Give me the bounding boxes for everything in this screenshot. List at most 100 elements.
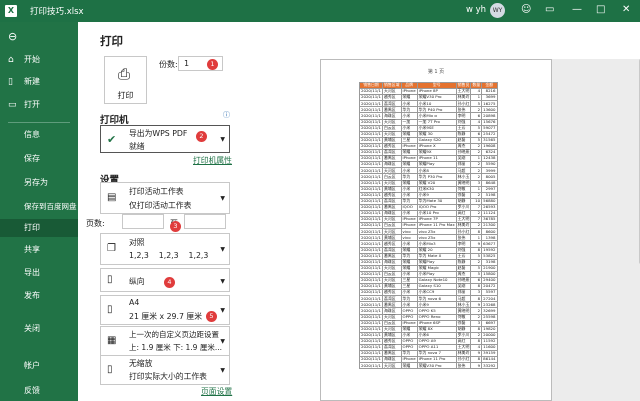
pages-to-input[interactable] xyxy=(184,214,226,229)
table-cell: iPhone xyxy=(400,222,418,230)
table-row: 2020/11/1 天河区 荣耀 荣耀V30 Pro 张伟 9 33292 xyxy=(359,362,498,370)
table-cell: 2020/11/1 xyxy=(359,362,383,370)
sidebar-item-new[interactable]: ▯ 新建 xyxy=(0,73,78,91)
sidebar-item-print[interactable]: 打印 xyxy=(0,219,78,237)
avatar[interactable]: WY xyxy=(490,3,505,18)
chevron-down-icon: ▼ xyxy=(220,307,225,315)
preview-page: 第 1 页 销售日期 销售区域 品牌 型号 销售员 数量 金额 2020/11/1 天河区 iP… xyxy=(320,59,552,401)
paper-icon: ▯ xyxy=(107,304,113,315)
preview-table: 销售日期 销售区域 品牌 型号 销售员 数量 金额 2020/11/1 天河区 iPhone iP… xyxy=(359,81,498,370)
back-arrow-icon[interactable]: ⊖ xyxy=(8,30,17,43)
margins-select[interactable]: ▦ 上一次的自定义页边距设置 上: 1.9 厘米 下: 1.9 厘米... ▼ xyxy=(100,326,230,356)
chevron-down-icon: ▼ xyxy=(220,246,225,253)
sidebar-item-info[interactable]: 信息 xyxy=(0,126,78,144)
table-cell: 孙小红 xyxy=(455,228,472,236)
step-badge-2: 2 xyxy=(196,131,207,142)
table-header-cell: 数量 xyxy=(470,81,483,90)
print-pane: 打印 ⎙ 打印 份数: 1 1 打印机 ⓘ ✔ 导出为WPS PDF 就绪 ▼ … xyxy=(78,22,640,401)
restore-ribbon-icon[interactable]: ▭ xyxy=(545,4,554,15)
step-badge-1: 1 xyxy=(207,59,218,70)
collate-select[interactable]: ❐ 对照 1,2,3 1,2,3 1,2,3 ▼ xyxy=(100,233,230,265)
sidebar-item-feedback[interactable]: 反馈 xyxy=(0,382,78,400)
table-cell: 21300 xyxy=(481,222,498,230)
sidebar-item-save-baidu[interactable]: 保存到百度网盘 xyxy=(0,198,78,216)
chevron-down-icon: ▼ xyxy=(220,136,225,144)
table-cell: 9 xyxy=(470,362,483,370)
minimize-icon[interactable]: — xyxy=(572,4,582,15)
printer-select[interactable]: ✔ 导出为WPS PDF 就绪 ▼ xyxy=(100,125,230,153)
title-bar: X 打印技巧.xlsx w yh WY ☺ ▭ — □ ✕ xyxy=(0,0,640,22)
table-cell: 2020/11/1 xyxy=(359,100,383,108)
table-cell: 2020/11/1 xyxy=(359,228,383,236)
table-cell: 2020/11/1 xyxy=(359,356,383,364)
scaling-icon: ▯ xyxy=(107,364,113,375)
print-button[interactable]: ⎙ 打印 xyxy=(104,56,147,104)
step-badge-5: 5 xyxy=(206,311,217,322)
chevron-down-icon: ▼ xyxy=(220,338,225,346)
printer-properties-link[interactable]: 打印机属性 xyxy=(193,155,232,166)
table-cell: 2020/11/1 xyxy=(359,161,383,169)
printer-heading: 打印机 xyxy=(100,115,129,126)
margins-icon: ▦ xyxy=(107,335,117,346)
sidebar-item-home[interactable]: ⌂ 开始 xyxy=(0,51,78,69)
print-scope-select[interactable]: ▤ 打印活动工作表 仅打印活动工作表 ▼ xyxy=(100,182,230,214)
table-cell: 天河区 xyxy=(381,362,402,370)
table-cell: 孙小红 xyxy=(455,100,472,108)
coauthor-icon[interactable]: ☺ xyxy=(521,4,531,15)
table-cell: iPhone xyxy=(400,356,418,364)
chevron-down-icon: ▼ xyxy=(220,277,225,285)
info-icon[interactable]: ⓘ xyxy=(223,110,230,120)
new-file-icon: ▯ xyxy=(8,77,13,87)
user-name[interactable]: w yh xyxy=(466,5,486,15)
table-cell: 27204 xyxy=(481,295,498,303)
copies-label: 份数: xyxy=(159,60,178,69)
table-cell: 林美玲 xyxy=(455,222,472,230)
folder-icon: ▭ xyxy=(8,100,17,110)
home-icon: ⌂ xyxy=(8,55,14,65)
table-cell: iPhone 11 Pro Max xyxy=(416,222,457,230)
table-cell: 2020/11/1 xyxy=(359,295,383,303)
table-cell: 荣耀V30 Pro xyxy=(416,362,457,370)
sheet-icon: ▤ xyxy=(107,192,117,203)
sidebar-item-close[interactable]: 关闭 xyxy=(0,320,78,338)
collate-icon: ❐ xyxy=(107,243,116,254)
sidebar-item-save[interactable]: 保存 xyxy=(0,150,78,168)
maximize-icon[interactable]: □ xyxy=(596,4,605,15)
close-icon[interactable]: ✕ xyxy=(622,4,630,15)
chevron-down-icon: ▼ xyxy=(220,367,225,375)
scaling-select[interactable]: ▯ 无缩放 打印实际大小的工作表 ▼ xyxy=(100,355,230,385)
printer-icon: ⎙ xyxy=(118,65,131,83)
table-cell: 2020/11/1 xyxy=(359,94,383,102)
print-preview: 第 1 页 销售日期 销售区域 品牌 型号 销售员 数量 金额 2020/11/1 天河区 iP… xyxy=(320,59,640,401)
chevron-down-icon: ▼ xyxy=(220,195,225,202)
sidebar-item-account[interactable]: 帐户 xyxy=(0,357,78,375)
page-title: 打印 xyxy=(100,34,123,48)
sidebar-item-share[interactable]: 共享 xyxy=(0,241,78,259)
table-cell: 86144 xyxy=(481,356,498,364)
excel-logo-icon: X xyxy=(5,5,17,17)
table-cell: 33292 xyxy=(481,362,498,370)
step-badge-4: 4 xyxy=(164,277,175,288)
window-title: 打印技巧.xlsx xyxy=(30,7,84,17)
pages-label: 页数: xyxy=(86,219,105,228)
sidebar-item-export[interactable]: 导出 xyxy=(0,264,78,282)
portrait-icon: ▯ xyxy=(107,274,113,285)
pdf-printer-icon: ✔ xyxy=(107,133,117,146)
step-badge-3: 3 xyxy=(170,221,181,232)
page-number-label: 第 1 页 xyxy=(427,69,445,75)
pages-from-input[interactable] xyxy=(122,214,164,229)
table-cell: 2020/11/1 xyxy=(359,167,383,175)
page-setup-link[interactable]: 页面设置 xyxy=(201,386,232,397)
table-cell: 张伟 xyxy=(455,362,472,370)
table-cell: 孙小红 xyxy=(455,356,472,364)
sidebar-item-save-as[interactable]: 另存为 xyxy=(0,174,78,192)
table-cell: 林美玲 xyxy=(455,94,472,102)
sidebar-item-publish[interactable]: 发布 xyxy=(0,287,78,305)
sidebar-item-open[interactable]: ▭ 打开 xyxy=(0,96,78,114)
backstage-sidebar: ⊖ ⌂ 开始 ▯ 新建 ▭ 打开 信息 保存 另存为 保存到百度网盘 打印 共享 导出… xyxy=(0,22,78,401)
table-cell: 2020/11/1 xyxy=(359,222,383,230)
table-cell: 16275 xyxy=(481,100,498,108)
table-cell: 2020/11/1 xyxy=(359,289,383,297)
table-cell: 荣耀 xyxy=(400,362,418,370)
sidebar-divider xyxy=(8,122,70,123)
